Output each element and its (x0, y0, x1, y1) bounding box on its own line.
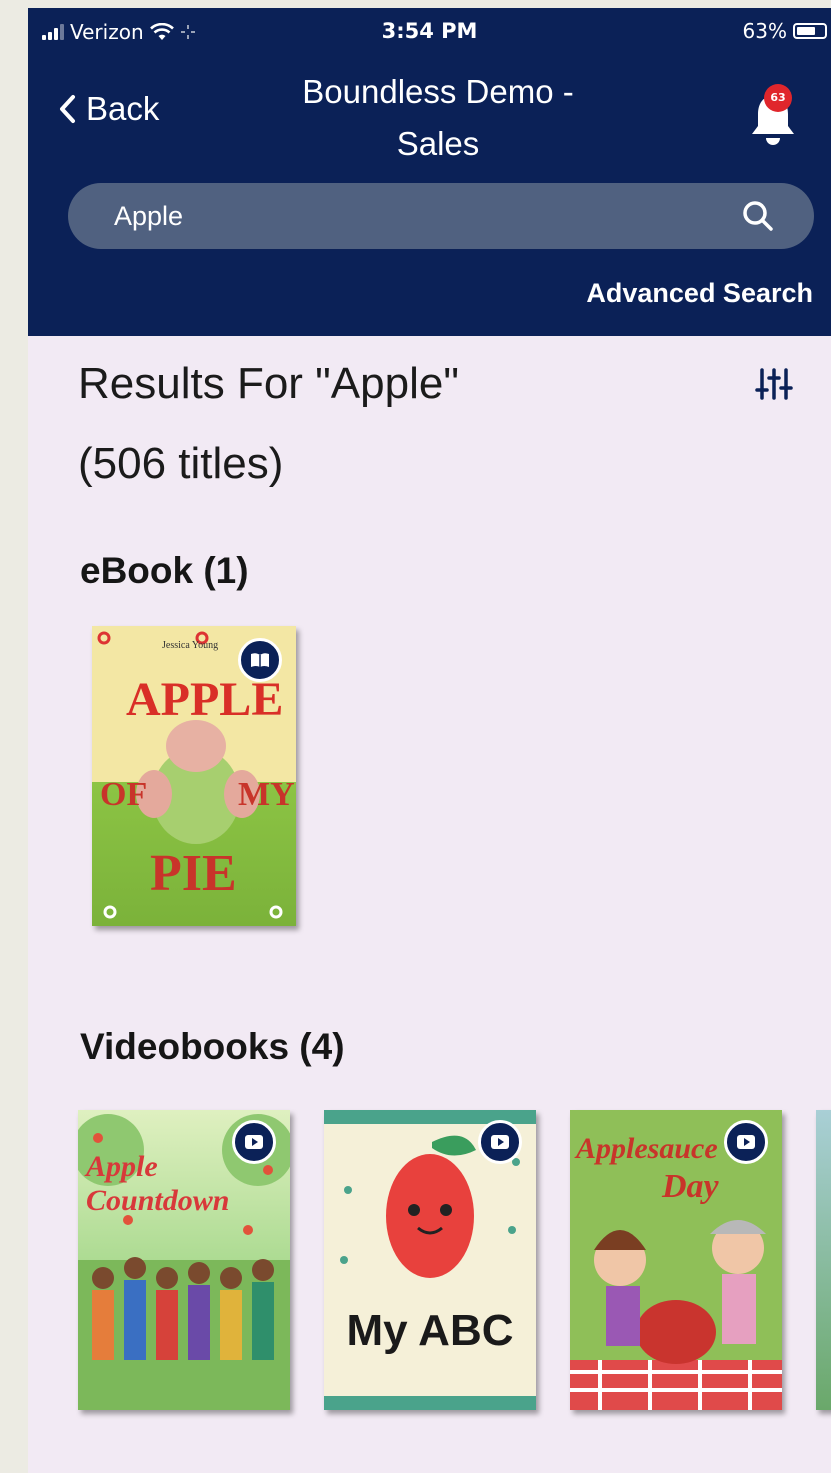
battery-percent: 63% (742, 19, 787, 43)
video-cover-applesauce-day[interactable]: Applesauce Day (570, 1110, 782, 1410)
notification-badge: 63 (764, 84, 792, 112)
results-query: Results For "Apple" (78, 359, 459, 408)
search-input[interactable] (114, 183, 714, 249)
back-label: Back (86, 90, 160, 127)
play-icon (724, 1120, 768, 1164)
video-cover-my-abc[interactable]: My ABC (324, 1110, 536, 1410)
title-line-1: Boundless Demo - (302, 73, 574, 110)
cover-title-word-3: MY (238, 776, 295, 813)
search-icon[interactable] (742, 200, 774, 232)
title-line-2: Sales (396, 125, 480, 162)
battery-icon (793, 23, 827, 39)
cover-byline: Jessica Young (162, 640, 219, 651)
cover-title-line-2: Day (662, 1168, 719, 1205)
back-button[interactable]: Back (58, 90, 159, 128)
search-bar (68, 183, 814, 249)
top-header: Verizon 3:54 PM 63% Back Boundless Demo … (28, 8, 831, 336)
page-title: Boundless Demo - Sales (218, 66, 658, 170)
play-icon (232, 1120, 276, 1164)
cover-title: My ABC (346, 1306, 514, 1355)
book-cover-apple-of-my-pie[interactable]: Jessica Young APPLE OF MY PIE (92, 626, 296, 926)
advanced-search-link[interactable]: Advanced Search (586, 278, 813, 309)
video-cover-apple-countdown[interactable]: Apple Countdown (78, 1110, 290, 1410)
cover-title-word-4: PIE (150, 845, 237, 902)
section-title-ebook: eBook (1) (80, 550, 249, 591)
book-icon (238, 638, 282, 682)
results-count: (506 titles) (78, 439, 284, 488)
clock: 3:54 PM (381, 19, 478, 43)
cover-title-word-2: OF (100, 776, 148, 813)
chevron-left-icon (60, 95, 75, 123)
status-right: 63% (743, 19, 827, 43)
video-cover-partial[interactable] (816, 1110, 831, 1410)
notifications-button[interactable]: 63 (742, 84, 802, 150)
app-screen: Verizon 3:54 PM 63% Back Boundless Demo … (28, 8, 831, 1473)
section-title-videobooks: Videobooks (4) (80, 1026, 345, 1067)
cover-title-line-1: Applesauce (576, 1132, 718, 1165)
results-heading: Results For "Apple" (506 titles) (78, 344, 698, 504)
status-bar: Verizon 3:54 PM 63% (28, 8, 831, 54)
play-icon (478, 1120, 522, 1164)
filter-sort-icon[interactable] (750, 364, 798, 404)
